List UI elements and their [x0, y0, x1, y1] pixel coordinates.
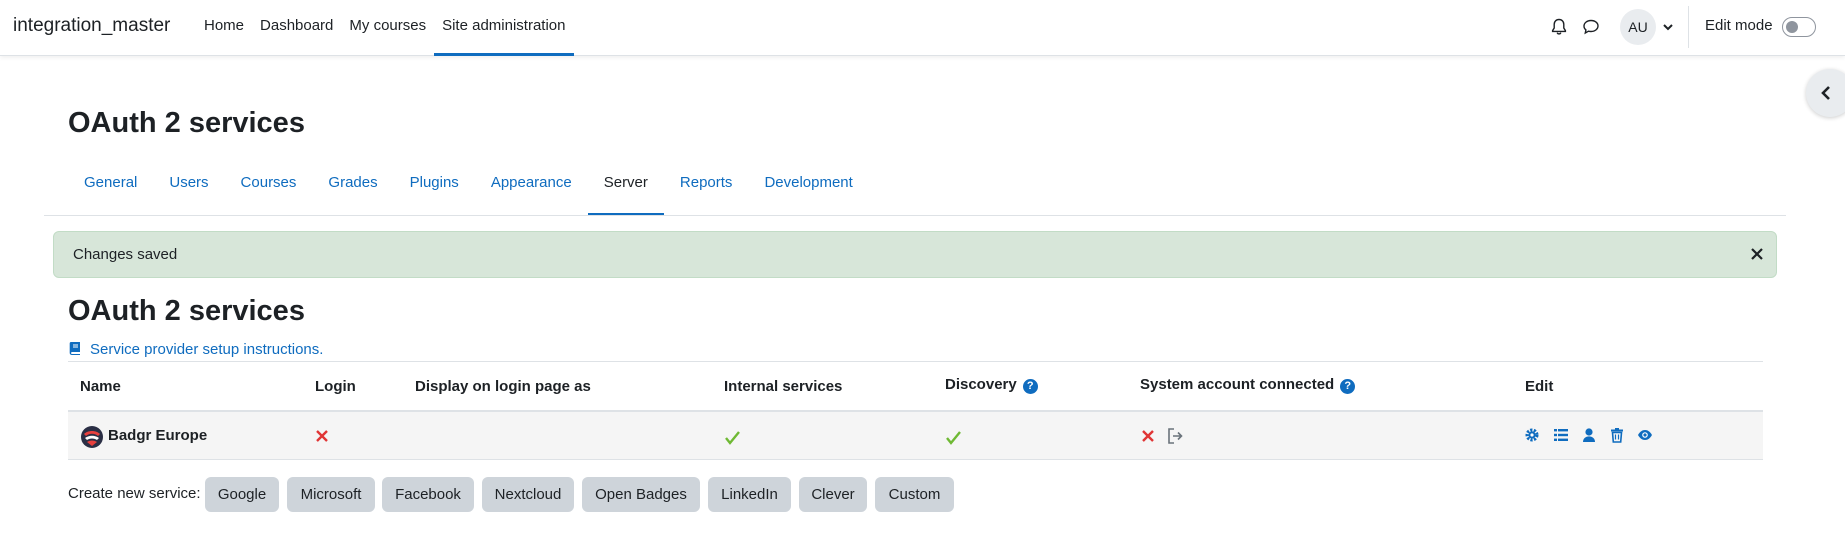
create-microsoft-button[interactable]: Microsoft — [287, 477, 375, 512]
site-brand[interactable]: integration_master — [13, 15, 170, 37]
system-account-header-label: System account connected — [1140, 376, 1335, 393]
tab-general[interactable]: General — [68, 164, 153, 216]
cross-icon — [316, 430, 328, 442]
help-icon[interactable]: ? — [1340, 379, 1356, 394]
column-header-name: Name — [80, 378, 121, 395]
notification-bell-icon[interactable] — [1549, 17, 1569, 37]
tab-appearance[interactable]: Appearance — [475, 164, 588, 216]
section-heading: OAuth 2 services — [68, 295, 305, 327]
open-block-drawer-button[interactable] — [1806, 69, 1845, 117]
edit-mode-label: Edit mode — [1705, 17, 1773, 34]
toggle-knob — [1786, 21, 1798, 33]
tab-courses[interactable]: Courses — [225, 164, 313, 216]
column-header-login: Login — [315, 378, 356, 395]
tab-development[interactable]: Development — [748, 164, 868, 216]
top-navbar: integration_master Home Dashboard My cou… — [0, 0, 1845, 56]
table-top-border — [68, 361, 1763, 362]
eye-icon[interactable] — [1637, 427, 1653, 443]
chevron-down-icon[interactable] — [1661, 20, 1675, 34]
page-title: OAuth 2 services — [68, 107, 305, 139]
nav-home[interactable]: Home — [196, 0, 252, 56]
create-linkedin-button[interactable]: LinkedIn — [708, 477, 791, 512]
check-icon — [946, 431, 961, 445]
edit-mode-toggle[interactable] — [1782, 17, 1816, 37]
list-icon[interactable] — [1553, 427, 1569, 443]
tab-users[interactable]: Users — [153, 164, 224, 216]
gear-icon[interactable] — [1524, 427, 1540, 443]
service-name: Badgr Europe — [108, 427, 208, 444]
create-clever-button[interactable]: Clever — [799, 477, 867, 512]
user-icon[interactable] — [1581, 427, 1597, 443]
setup-instructions-link[interactable]: Service provider setup instructions. — [68, 341, 323, 358]
tab-server[interactable]: Server — [587, 164, 665, 216]
create-facebook-button[interactable]: Facebook — [382, 477, 474, 512]
create-open-badges-button[interactable]: Open Badges — [582, 477, 700, 512]
secondary-navigation: General Users Courses Grades Plugins App… — [68, 164, 869, 216]
book-icon — [69, 342, 80, 355]
navbar-divider — [1688, 6, 1689, 48]
create-service-label: Create new service: — [68, 485, 201, 502]
column-header-discovery: Discovery? — [945, 376, 1038, 394]
create-nextcloud-button[interactable]: Nextcloud — [482, 477, 574, 512]
create-custom-button[interactable]: Custom — [875, 477, 954, 512]
alert-message: Changes saved — [73, 246, 178, 263]
user-avatar[interactable]: AU — [1620, 9, 1656, 45]
primary-navigation: Home Dashboard My courses Site administr… — [196, 0, 574, 56]
nav-my-courses[interactable]: My courses — [341, 0, 434, 56]
secondary-nav-divider — [44, 215, 1786, 216]
column-header-edit: Edit — [1525, 378, 1554, 395]
chevron-left-icon — [1821, 86, 1830, 100]
column-header-display: Display on login page as — [415, 378, 591, 395]
column-header-system-account: System account connected? — [1140, 376, 1356, 394]
column-header-internal-services: Internal services — [724, 378, 843, 395]
tab-plugins[interactable]: Plugins — [394, 164, 475, 216]
check-icon — [725, 431, 740, 445]
success-alert: Changes saved — [53, 231, 1777, 278]
trash-icon[interactable] — [1609, 427, 1625, 443]
badgr-logo-icon — [81, 426, 103, 448]
tab-reports[interactable]: Reports — [664, 164, 749, 216]
discovery-header-label: Discovery — [945, 376, 1017, 393]
close-icon[interactable] — [1747, 244, 1767, 264]
nav-dashboard[interactable]: Dashboard — [252, 0, 341, 56]
connect-system-account-icon[interactable] — [1166, 427, 1184, 445]
nav-site-administration[interactable]: Site administration — [434, 0, 574, 56]
setup-instructions-text: Service provider setup instructions. — [90, 341, 324, 358]
tab-grades[interactable]: Grades — [312, 164, 393, 216]
cross-icon — [1142, 430, 1154, 442]
help-icon[interactable]: ? — [1022, 379, 1038, 394]
messages-chat-icon[interactable] — [1581, 17, 1601, 37]
create-google-button[interactable]: Google — [205, 477, 279, 512]
